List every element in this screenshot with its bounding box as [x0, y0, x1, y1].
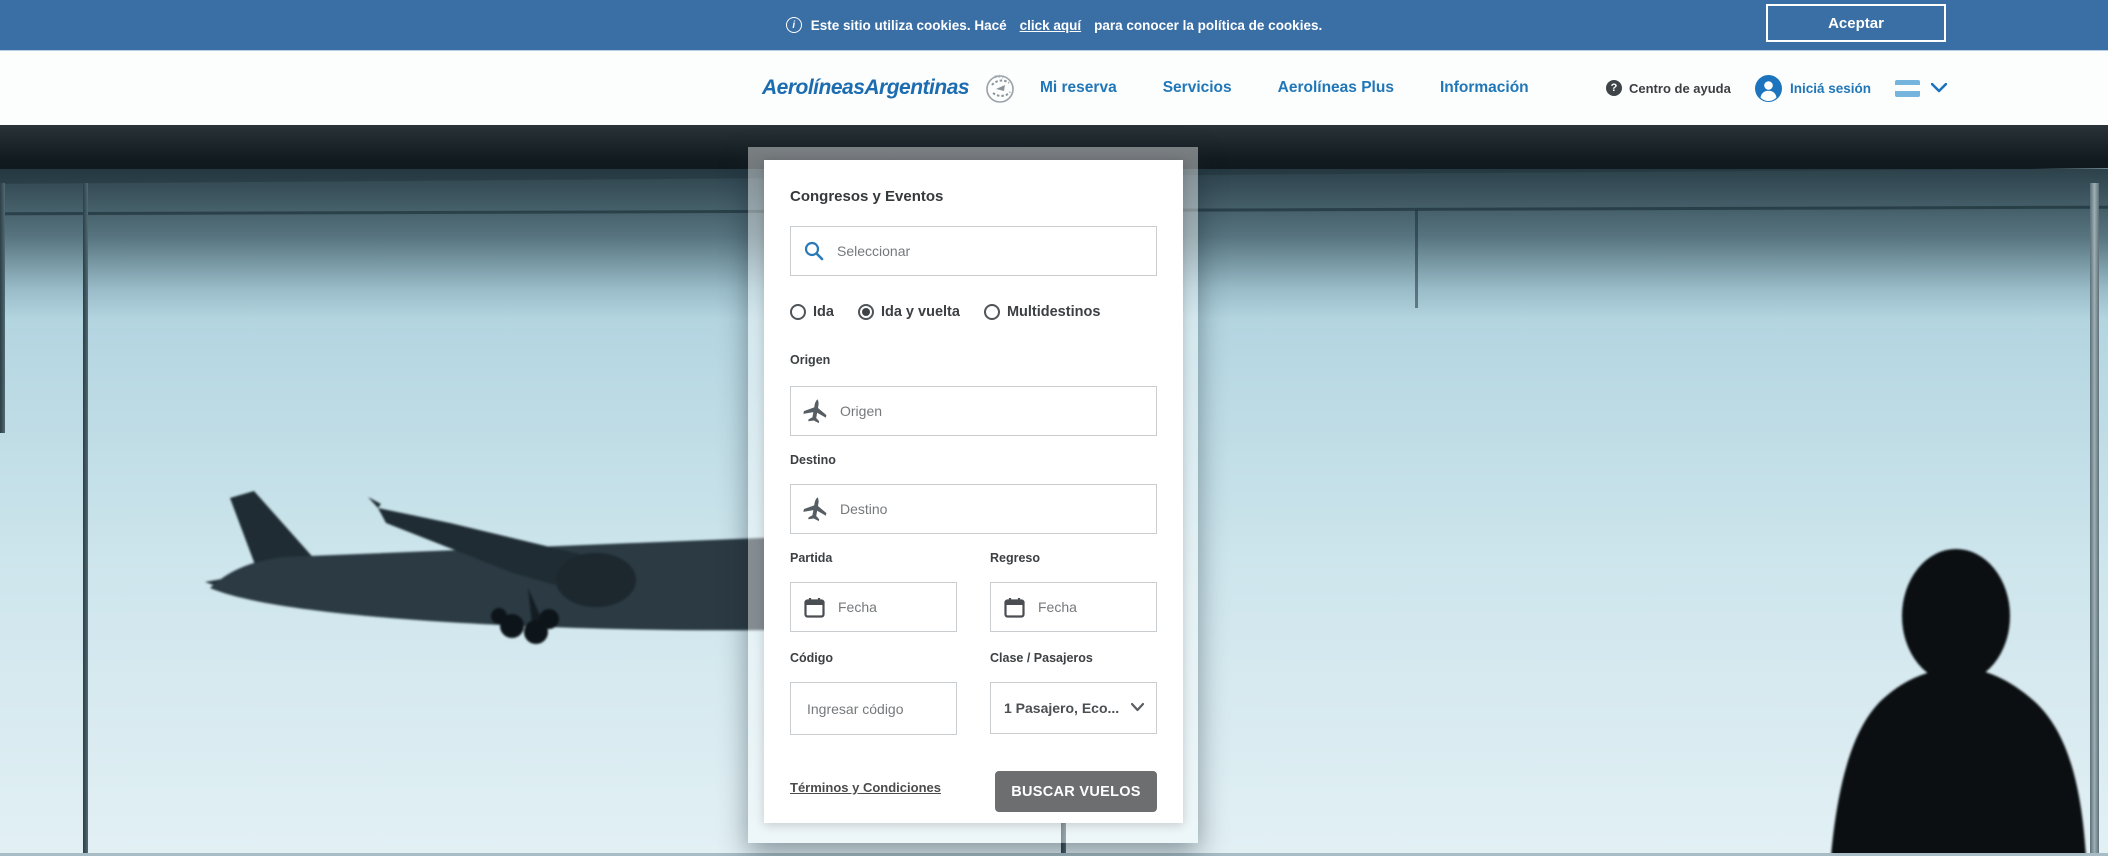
chevron-down-icon	[1130, 699, 1145, 717]
origin-placeholder: Origen	[840, 403, 883, 419]
aerolineas-logo[interactable]: AerolíneasArgentinas S k y	[762, 51, 1017, 125]
nav-menu: Mi reserva Servicios Aerolíneas Plus Inf…	[1040, 51, 1529, 125]
nav-item-servicios[interactable]: Servicios	[1163, 79, 1232, 97]
skyteam-logo-icon: S k y	[986, 74, 1014, 103]
radio-circle	[983, 304, 1000, 320]
origin-input[interactable]: Origen	[790, 386, 1157, 436]
booking-form-card: Congresos y Eventos Seleccionar Ida Ida …	[764, 160, 1183, 823]
accept-cookies-button[interactable]: Aceptar	[1766, 4, 1946, 42]
help-center-label: Centro de ayuda	[1629, 80, 1731, 96]
terms-and-conditions-link[interactable]: Términos y Condiciones	[790, 780, 941, 795]
login-label: Iniciá sesión	[1790, 80, 1872, 96]
cookie-text-after: para conocer la política de cookies.	[1094, 17, 1323, 33]
calendar-icon	[804, 597, 825, 618]
category-label: Congresos y Eventos	[790, 188, 944, 205]
date-placeholder: Fecha	[1038, 599, 1077, 615]
return-label: Regreso	[990, 551, 1041, 565]
class-passengers-select[interactable]: 1 Pasajero, Eco...	[990, 682, 1157, 734]
radio-ida-y-vuelta[interactable]: Ida y vuelta	[857, 304, 960, 320]
cookie-message: i Este sitio utiliza cookies. Hacé click…	[785, 17, 1323, 33]
argentina-flag-icon	[1895, 79, 1920, 97]
nav-item-mi-reserva[interactable]: Mi reserva	[1040, 79, 1117, 97]
language-selector[interactable]	[1895, 51, 1947, 125]
airplane-icon	[802, 495, 829, 523]
user-icon	[1755, 74, 1782, 102]
destination-input[interactable]: Destino	[790, 484, 1157, 534]
search-placeholder: Seleccionar	[837, 243, 911, 259]
window-mullion	[0, 183, 5, 433]
help-center-link[interactable]: ? Centro de ayuda	[1606, 51, 1731, 125]
class-passengers-label: Clase / Pasajeros	[990, 651, 1093, 665]
category-search-input[interactable]: Seleccionar	[790, 226, 1157, 276]
return-date-input[interactable]: Fecha	[990, 582, 1157, 632]
radio-circle	[857, 304, 874, 320]
window-mullion	[83, 183, 88, 856]
departure-label: Partida	[790, 551, 833, 565]
calendar-icon	[1004, 597, 1025, 618]
nav-item-informacion[interactable]: Información	[1440, 79, 1529, 97]
class-passengers-value: 1 Pasajero, Eco...	[1004, 700, 1120, 716]
code-label: Código	[790, 651, 834, 665]
destination-placeholder: Destino	[840, 501, 888, 517]
search-flights-button[interactable]: BUSCAR VUELOS	[995, 771, 1157, 812]
info-icon: i	[785, 17, 802, 33]
logo-text: AerolíneasArgentinas	[762, 76, 970, 99]
trip-type-radio-group: Ida Ida y vuelta Multidestinos	[790, 304, 1100, 320]
radio-circle	[790, 304, 806, 320]
cookie-text-before: Este sitio utiliza cookies. Hacé	[810, 17, 1007, 33]
code-placeholder: Ingresar código	[807, 700, 904, 717]
airplane-icon	[802, 397, 829, 425]
date-placeholder: Fecha	[838, 599, 877, 615]
person-silhouette	[1831, 549, 2086, 856]
departure-date-input[interactable]: Fecha	[790, 582, 957, 632]
origin-label: Origen	[790, 353, 831, 367]
radio-ida[interactable]: Ida	[790, 304, 834, 320]
radio-multidestinos[interactable]: Multidestinos	[983, 304, 1100, 320]
cookie-banner: i Este sitio utiliza cookies. Hacé click…	[0, 0, 2108, 51]
cookie-policy-link[interactable]: click aquí	[1020, 18, 1082, 33]
destination-label: Destino	[790, 453, 836, 467]
main-navbar: AerolíneasArgentinas S k y Mi reserva Se…	[0, 51, 2108, 125]
window-frame-divider	[1415, 210, 1418, 308]
chevron-down-icon	[1931, 83, 1947, 93]
code-input[interactable]: Ingresar código	[790, 682, 957, 735]
svg-text:S k y: S k y	[994, 74, 1005, 79]
question-icon: ?	[1606, 80, 1622, 96]
search-icon	[804, 241, 824, 261]
login-link[interactable]: Iniciá sesión	[1755, 51, 1871, 125]
nav-item-aerolineas-plus[interactable]: Aerolíneas Plus	[1278, 79, 1394, 97]
